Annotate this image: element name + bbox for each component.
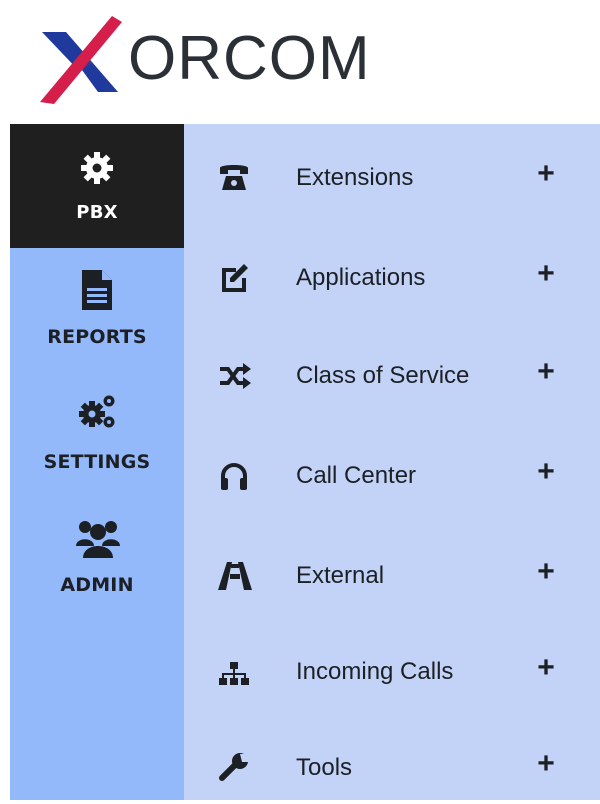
gear-icon	[79, 150, 115, 191]
menu-item-label: Class of Service	[296, 362, 470, 389]
phone-icon	[218, 162, 250, 194]
menu-item-external[interactable]: External +	[184, 552, 600, 612]
wrench-icon	[218, 752, 250, 784]
nav-item-label: ADMIN	[60, 574, 134, 596]
menu-item-incoming-calls[interactable]: Incoming Calls +	[184, 648, 600, 708]
edit-icon	[218, 262, 250, 294]
expand-plus-icon[interactable]: +	[530, 254, 562, 294]
pbx-menu-panel: Extensions + Applications + Class of Ser…	[184, 124, 600, 800]
menu-item-label: External	[296, 562, 385, 589]
menu-item-label: Applications	[296, 264, 426, 291]
menu-item-tools[interactable]: Tools +	[184, 744, 600, 804]
road-icon	[218, 560, 252, 592]
menu-item-applications[interactable]: Applications +	[184, 254, 600, 314]
brand-name: ORCOM	[128, 24, 371, 93]
expand-plus-icon[interactable]: +	[530, 452, 562, 492]
nav-item-admin[interactable]: ADMIN	[10, 516, 184, 602]
xorcom-x-logo-icon	[40, 16, 122, 104]
shuffle-icon	[218, 360, 251, 392]
nav-item-pbx[interactable]: PBX	[10, 124, 184, 248]
document-icon	[82, 270, 112, 315]
expand-plus-icon[interactable]: +	[530, 352, 562, 392]
nav-item-settings[interactable]: SETTINGS	[10, 388, 184, 474]
xorcom-logo[interactable]: ORCOM	[36, 12, 370, 104]
menu-item-extensions[interactable]: Extensions +	[184, 154, 600, 214]
expand-plus-icon[interactable]: +	[530, 552, 562, 592]
gears-icon	[78, 392, 118, 437]
users-icon	[76, 518, 120, 563]
menu-item-class-of-service[interactable]: Class of Service +	[184, 352, 600, 412]
menu-item-label: Incoming Calls	[296, 658, 454, 685]
menu-item-call-center[interactable]: Call Center +	[184, 452, 600, 512]
menu-item-label: Call Center	[296, 462, 417, 489]
nav-item-label: REPORTS	[47, 326, 147, 348]
expand-plus-icon[interactable]: +	[530, 648, 562, 688]
nav-item-reports[interactable]: REPORTS	[10, 266, 184, 348]
nav-item-label: SETTINGS	[43, 451, 151, 473]
headphones-icon	[218, 460, 250, 492]
menu-item-label: Extensions	[296, 164, 414, 191]
expand-plus-icon[interactable]: +	[530, 744, 562, 784]
sitemap-icon	[218, 656, 250, 688]
left-navigation: PBX REPORTS SETTINGS ADMIN	[10, 124, 184, 800]
menu-item-label: Tools	[296, 754, 353, 781]
nav-item-label: PBX	[76, 202, 118, 223]
expand-plus-icon[interactable]: +	[530, 154, 562, 194]
